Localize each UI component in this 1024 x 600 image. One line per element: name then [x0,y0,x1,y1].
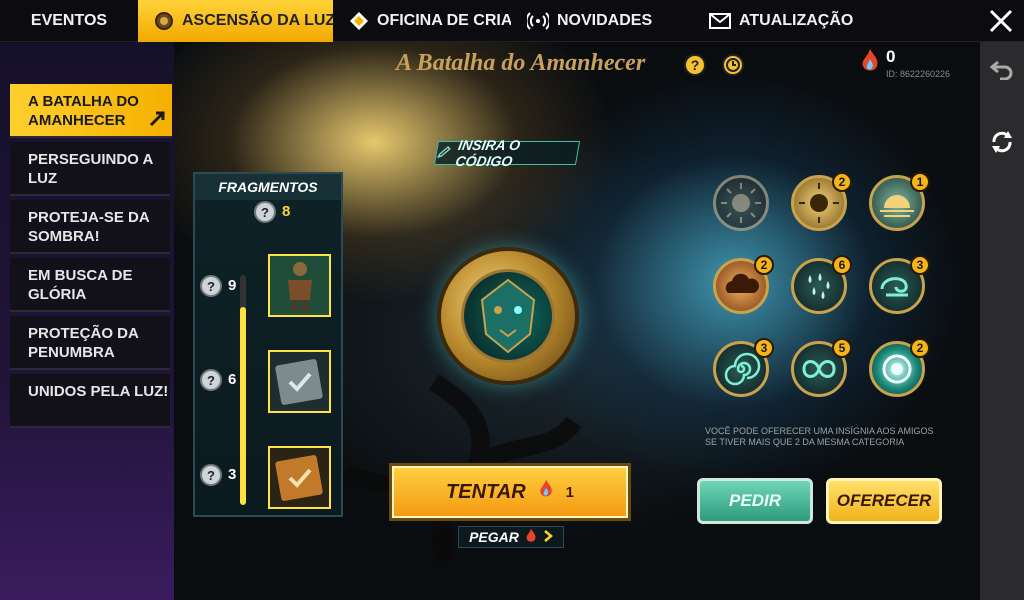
pegar-label: PEGAR [469,529,519,545]
tier-badge-q: ? [207,467,215,483]
badge-cloud[interactable]: 2 [713,255,774,314]
tab-label: NOVIDADES [557,11,653,29]
tab-label: OFICINA DE CRIAÇ [377,11,511,29]
badge-vortex[interactable]: 2 [869,338,930,397]
badge-sun[interactable]: 2 [791,172,852,231]
pedir-button[interactable]: PEDIR [697,478,813,524]
progress-track [240,275,246,505]
sidebar-item-label: PROTEÇÃO DA PENUMBRA [28,325,139,361]
help-button[interactable]: ? [684,54,706,76]
undo-icon[interactable] [989,58,1014,85]
badge-count: 2 [754,255,774,275]
pencil-icon [436,145,453,162]
page-title: A Batalha do Amanhecer [396,50,646,76]
tab-label: ATUALIZAÇÃO [739,11,854,29]
tentar-cost: 1 [565,483,574,501]
enter-code-button[interactable]: INSIRA O CÓDIGO [433,137,581,169]
fragment-count: 8 [282,203,291,220]
tier-badge: ? [200,369,222,391]
sidebar-item-perseguindo-a-luz[interactable]: PERSEGUINDO A LUZ [10,142,170,196]
badge-count: 3 [910,255,930,275]
broadcast-icon [527,10,549,32]
sidebar-item-a-batalha-do-amanhecer[interactable]: A BATALHA DO AMANHECER [10,84,172,138]
tentar-button[interactable]: TENTAR 1 [392,466,628,518]
flame-icon [538,479,554,505]
player-id: ID: 8622260226 [886,69,951,79]
tier-need: 9 [228,277,237,294]
reward-outfit[interactable] [268,254,331,317]
mail-icon [709,10,731,32]
sidebar-item-label: PERSEGUINDO A LUZ [28,151,153,187]
badge-count: 3 [754,338,774,358]
sidebar-item-unidos-pela-luz[interactable]: UNIDOS PELA LUZ! [10,374,170,428]
sidebar-item-label: EM BUSCA DE GLÓRIA [28,267,133,303]
pegar-button[interactable]: PEGAR [458,526,564,548]
badge-count: 2 [910,338,930,358]
reward-ticket-gold[interactable] [268,446,331,509]
sidebar-item-label: A BATALHA DO AMANHECER [28,93,139,129]
tier-badge-q: ? [207,372,215,388]
flame-icon [860,48,880,79]
pedir-label: PEDIR [729,491,781,510]
badge-count: 2 [832,172,852,192]
badge-sunrise[interactable]: 1 [869,172,930,231]
tab-eventos[interactable]: EVENTOS [0,0,138,42]
sidebar-item-label: UNIDOS PELA LUZ! [28,383,169,400]
enter-code-label: INSIRA O CÓDIGO [454,137,522,169]
tier-need: 6 [228,371,237,388]
tab-novidades[interactable]: NOVIDADES [511,0,693,42]
flame-icon [525,528,537,547]
tab-label: EVENTOS [30,11,108,29]
workshop-icon [349,10,369,32]
tab-oficina-de-criacao[interactable]: OFICINA DE CRIAÇ [333,0,511,42]
tier-badge: ? [200,464,222,486]
badge-count: 6 [832,255,852,275]
sidebar-item-protecao-da-penumbra[interactable]: PROTEÇÃO DA PENUMBRA [10,316,170,370]
lion-face-icon [461,269,555,363]
badge-count: 1 [910,172,930,192]
flame-count: 0 [886,47,896,66]
fragment-badge: ? [254,201,276,223]
badge-infinity[interactable]: 5 [791,338,852,397]
tier-badge: ? [200,275,222,297]
badge-sun-empty[interactable] [713,175,769,231]
help-label: ? [690,57,700,73]
tier-badge-q: ? [207,278,215,294]
badge-count: 5 [832,338,852,358]
fragment-badge-q: ? [261,204,269,220]
badge-spiral[interactable]: 3 [713,338,774,397]
offer-note: VOCÊ PODE OFERECER UMA INSÍGNIA AOS AMIG… [705,426,934,447]
sidebar-item-label: PROTEJA-SE DA SOMBRA! [28,209,150,245]
oferecer-button[interactable]: OFERECER [826,478,942,524]
sidebar-item-proteja-se-da-sombra[interactable]: PROTEJA-SE DA SOMBRA! [10,200,170,254]
lion-medal [437,247,579,385]
refresh-icon[interactable] [988,128,1016,161]
tab-label: ASCENSÃO DA LUZ [182,11,333,29]
tab-ascensao-da-luz[interactable]: ASCENSÃO DA LUZ [138,0,333,42]
chevron-right-icon [543,529,553,545]
fragments-title: FRAGMENTOS [195,174,341,200]
event-emblem-icon [154,10,174,32]
clock-icon[interactable] [722,54,744,76]
right-toolbar [980,42,1024,600]
reward-ticket-silver[interactable] [268,350,331,413]
tier-need: 3 [228,466,237,483]
oferecer-label: OFERECER [836,491,932,510]
progress-fill [240,307,246,505]
badge-wind[interactable]: 3 [869,255,930,314]
tentar-label: TENTAR [446,480,526,503]
sidebar-item-em-busca-de-gloria[interactable]: EM BUSCA DE GLÓRIA [10,258,170,312]
close-icon[interactable] [988,8,1014,34]
top-tab-bar: EVENTOS ASCENSÃO DA LUZ OFICINA DE CRIAÇ… [0,0,1024,42]
tab-atualizacao[interactable]: ATUALIZAÇÃO [693,0,883,42]
arrow-icon [148,108,168,128]
badge-rain[interactable]: 6 [791,255,852,314]
sidebar: A BATALHA DO AMANHECER PERSEGUINDO A LUZ… [0,42,174,600]
